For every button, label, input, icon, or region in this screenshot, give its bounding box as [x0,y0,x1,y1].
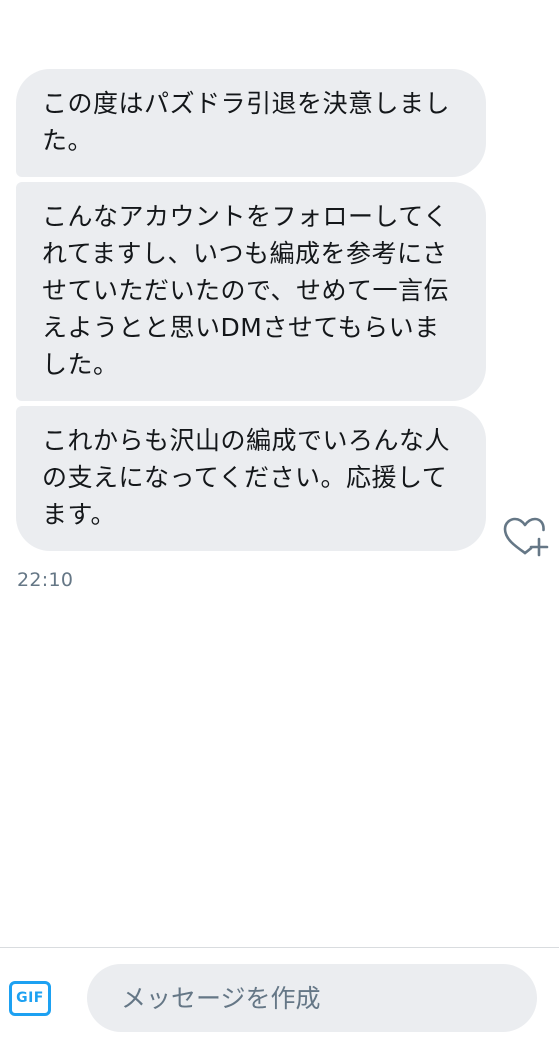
message-thread: この度はパズドラ引退を決意しました。 こんなアカウントをフォローしてくれてますし… [16,69,536,556]
message-composer: GIF [0,947,559,1044]
message-timestamp: 22:10 [17,569,74,591]
gif-button[interactable]: GIF [9,981,51,1016]
dm-conversation-screen: この度はパズドラ引退を決意しました。 こんなアカウントをフォローしてくれてますし… [0,0,559,1044]
gif-icon: GIF [16,990,44,1006]
message-bubble[interactable]: これからも沢山の編成でいろんな人の支えになってください。応援してます。 [16,406,486,551]
message-bubble[interactable]: こんなアカウントをフォローしてくれてますし、いつも編成を参考にさせていただいたの… [16,182,486,401]
heart-plus-icon [503,517,549,557]
message-input-container[interactable] [87,964,537,1032]
message-bubble[interactable]: この度はパズドラ引退を決意しました。 [16,69,486,177]
like-message-button[interactable] [501,515,549,559]
message-input[interactable] [121,964,521,1032]
